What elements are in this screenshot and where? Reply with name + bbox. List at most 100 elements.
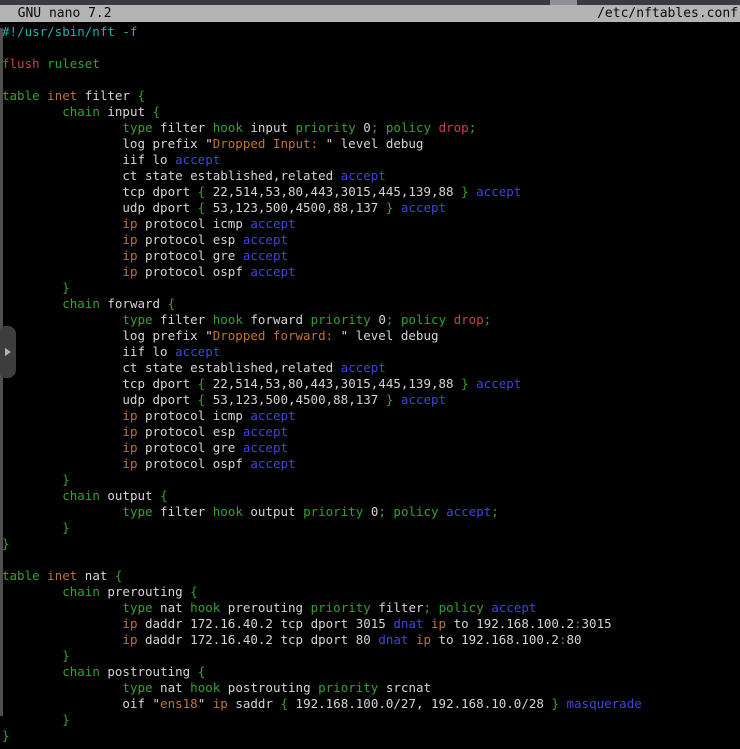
code-token xyxy=(2,472,62,487)
code-line: log prefix "Dropped forward: " level deb… xyxy=(2,328,738,344)
code-token: to 192.168.100.2 xyxy=(446,616,574,631)
code-token: accept xyxy=(175,152,220,167)
code-token: } xyxy=(62,648,70,663)
code-token xyxy=(2,280,62,295)
code-token: } xyxy=(62,472,70,487)
code-token: 53,123,500,4500,88,137 xyxy=(205,392,386,407)
code-token xyxy=(393,200,401,215)
code-token: nat xyxy=(153,600,191,615)
code-token: input xyxy=(100,104,153,119)
code-token: { xyxy=(168,296,176,311)
code-token: priority xyxy=(311,312,371,327)
code-token: tcp dport xyxy=(2,376,198,391)
code-line: udp dport { 53,123,500,4500,88,137 } acc… xyxy=(2,392,738,408)
code-token: ; xyxy=(424,600,432,615)
code-token: priority xyxy=(296,120,356,135)
code-token xyxy=(423,616,431,631)
code-token: protocol gre xyxy=(137,440,242,455)
code-token: priority xyxy=(318,680,378,695)
code-token: ip xyxy=(431,616,446,631)
code-line: type nat hook postrouting priority srcna… xyxy=(2,680,738,696)
code-token: { xyxy=(138,88,146,103)
code-token: accept xyxy=(243,424,288,439)
code-token: policy xyxy=(386,120,431,135)
code-token: oif " xyxy=(2,696,160,711)
code-token: protocol ospf xyxy=(137,456,250,471)
code-token: hook xyxy=(190,600,220,615)
code-token: policy xyxy=(401,312,446,327)
code-token xyxy=(2,264,122,279)
code-token: postrouting xyxy=(100,664,198,679)
code-token: filter xyxy=(371,600,424,615)
code-token: ; xyxy=(491,504,499,519)
code-token: accept xyxy=(175,344,220,359)
code-line: chain input { xyxy=(2,104,738,120)
code-token: prerouting xyxy=(100,584,190,599)
code-token: daddr 172.16.40.2 tcp dport 3015 xyxy=(137,616,393,631)
code-token: accept xyxy=(476,376,521,391)
panel-toggle-handle[interactable] xyxy=(0,326,16,378)
code-token: filter xyxy=(153,312,213,327)
code-token: 0 xyxy=(363,504,378,519)
code-token: ip xyxy=(122,248,137,263)
code-token: ip xyxy=(213,696,228,711)
code-token: accept xyxy=(476,184,521,199)
code-line xyxy=(2,40,738,56)
code-token: { xyxy=(190,584,198,599)
code-token: table xyxy=(2,568,40,583)
code-token: : xyxy=(574,616,582,631)
code-token: drop xyxy=(439,120,469,135)
code-token xyxy=(2,456,122,471)
open-filename: /etc/nftables.conf xyxy=(597,5,738,22)
code-token xyxy=(2,488,62,503)
code-line: type filter hook input priority 0; polic… xyxy=(2,120,738,136)
code-token: prerouting xyxy=(220,600,310,615)
code-token: protocol icmp xyxy=(137,216,250,231)
code-line: oif "ens18" ip saddr { 192.168.100.0/27,… xyxy=(2,696,738,712)
code-token: hook xyxy=(213,312,243,327)
code-token xyxy=(2,584,62,599)
code-token xyxy=(2,712,62,727)
code-token: ip xyxy=(122,264,137,279)
code-line: } xyxy=(2,280,738,296)
code-token: protocol esp xyxy=(137,424,242,439)
code-line: tcp dport { 22,514,53,80,443,3015,445,13… xyxy=(2,376,738,392)
code-token: priority xyxy=(311,600,371,615)
code-line: flush ruleset xyxy=(2,56,738,72)
code-token: hook xyxy=(213,504,243,519)
code-token: protocol gre xyxy=(137,248,242,263)
code-line: ct state established,related accept xyxy=(2,360,738,376)
code-token: dnat xyxy=(378,632,408,647)
code-token: ; xyxy=(469,120,477,135)
code-token xyxy=(2,616,122,631)
code-line: chain forward { xyxy=(2,296,738,312)
code-token: ; xyxy=(484,312,492,327)
terminal-screen: GNU nano 7.2 /etc/nftables.conf #!/usr/s… xyxy=(0,0,740,749)
code-token xyxy=(2,648,62,663)
code-token: accept xyxy=(250,408,295,423)
code-token: protocol ospf xyxy=(137,264,250,279)
code-token: log prefix " xyxy=(2,136,213,151)
code-line: } xyxy=(2,712,738,728)
code-token: masquerade xyxy=(567,696,642,711)
code-token xyxy=(469,184,477,199)
code-token: accept xyxy=(243,440,288,455)
code-token: udp dport xyxy=(2,392,198,407)
code-token xyxy=(2,424,122,439)
code-token: tcp dport xyxy=(2,184,198,199)
code-token: ip xyxy=(416,632,431,647)
code-token: type xyxy=(122,680,152,695)
code-line: udp dport { 53,123,500,4500,88,137 } acc… xyxy=(2,200,738,216)
code-line: ip protocol ospf accept xyxy=(2,264,738,280)
code-token: input xyxy=(243,120,296,135)
code-token xyxy=(393,312,401,327)
code-line: table inet nat { xyxy=(2,568,738,584)
code-token: { xyxy=(115,568,123,583)
code-token: chain xyxy=(62,488,100,503)
editor-text-area[interactable]: #!/usr/sbin/nft -fflush rulesettable ine… xyxy=(2,24,738,744)
code-token: ip xyxy=(122,232,137,247)
code-token: accept xyxy=(250,264,295,279)
code-token xyxy=(378,120,386,135)
code-token: accept xyxy=(243,232,288,247)
code-line: ip protocol esp accept xyxy=(2,232,738,248)
